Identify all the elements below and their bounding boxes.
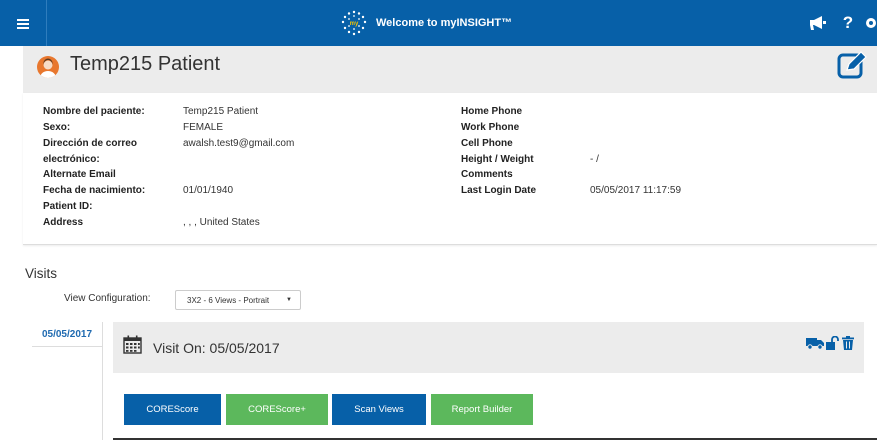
detail-value: , , , United States [183,217,260,228]
detail-label: electrónico: [43,154,100,165]
avatar-icon [37,56,59,78]
top-navbar: my Welcome to myINSIGHT™ ? [0,0,877,46]
unlock-icon[interactable] [826,335,840,355]
detail-value: Temp215 Patient [183,106,259,117]
visit-title: Visit On: 05/05/2017 [153,340,280,356]
detail-label: Alternate Email [43,169,116,180]
visit-header: Visit On: 05/05/2017 [113,322,864,373]
detail-value: 01/01/1940 [183,185,234,196]
view-config-select[interactable]: 3X2 - 6 Views - Portrait ▼ [175,290,301,310]
hamburger-icon [17,18,29,29]
edit-icon [837,51,867,79]
detail-label: Nombre del paciente: [43,106,145,117]
megaphone-icon [810,16,826,30]
brand: my Welcome to myINSIGHT™ [340,10,512,36]
detail-label: Patient ID: [43,201,93,212]
settings-button[interactable] [863,0,877,46]
gear-icon [866,18,876,28]
truck-icon[interactable] [806,336,824,355]
detail-label: Comments [461,169,513,180]
email-value: awalsh.test9@gmail.com [183,138,295,149]
question-icon: ? [842,13,854,32]
report-builder-button[interactable]: Report Builder [431,394,533,425]
detail-label: Work Phone [461,122,520,133]
myinsight-logo-icon: my [341,10,367,36]
detail-label: Address [43,217,84,228]
scan-views-button[interactable]: Scan Views [332,394,426,425]
detail-label: Height / Weight [461,154,534,165]
trash-icon[interactable] [842,336,854,355]
help-button[interactable]: ? [833,0,863,46]
detail-value: - / [590,154,599,165]
visit-date-tab[interactable]: 05/05/2017 [32,322,102,347]
detail-label: Sexo: [43,122,71,133]
divider [102,322,103,440]
detail-label: Last Login Date [461,185,537,196]
patient-name: Temp215 Patient [70,53,221,75]
edit-patient-button[interactable] [837,51,867,79]
svg-text:my: my [350,21,359,27]
caret-down-icon: ▼ [286,297,292,303]
patient-details: Nombre del paciente: Temp215 Patient Sex… [23,93,877,245]
detail-value: FEMALE [183,122,224,133]
detail-value: 05/05/2017 11:17:59 [590,185,682,196]
corescore-button[interactable]: COREScore [124,394,221,425]
detail-label: Dirección de correo [43,138,137,149]
detail-label: Fecha de nacimiento: [43,185,146,196]
corescore-plus-button[interactable]: COREScore+ [226,394,328,425]
detail-label: Cell Phone [461,138,513,149]
menu-button[interactable] [0,0,47,46]
visits-title: Visits [25,266,58,281]
view-config-value: 3X2 - 6 Views - Portrait [187,295,270,305]
announcements-button[interactable] [803,0,833,46]
patient-header: Temp215 Patient [23,46,877,94]
view-config-label: View Configuration: [64,293,151,304]
detail-label: Home Phone [461,106,523,117]
app-title: Welcome to myINSIGHT™ [376,17,513,29]
calendar-icon [123,335,142,354]
